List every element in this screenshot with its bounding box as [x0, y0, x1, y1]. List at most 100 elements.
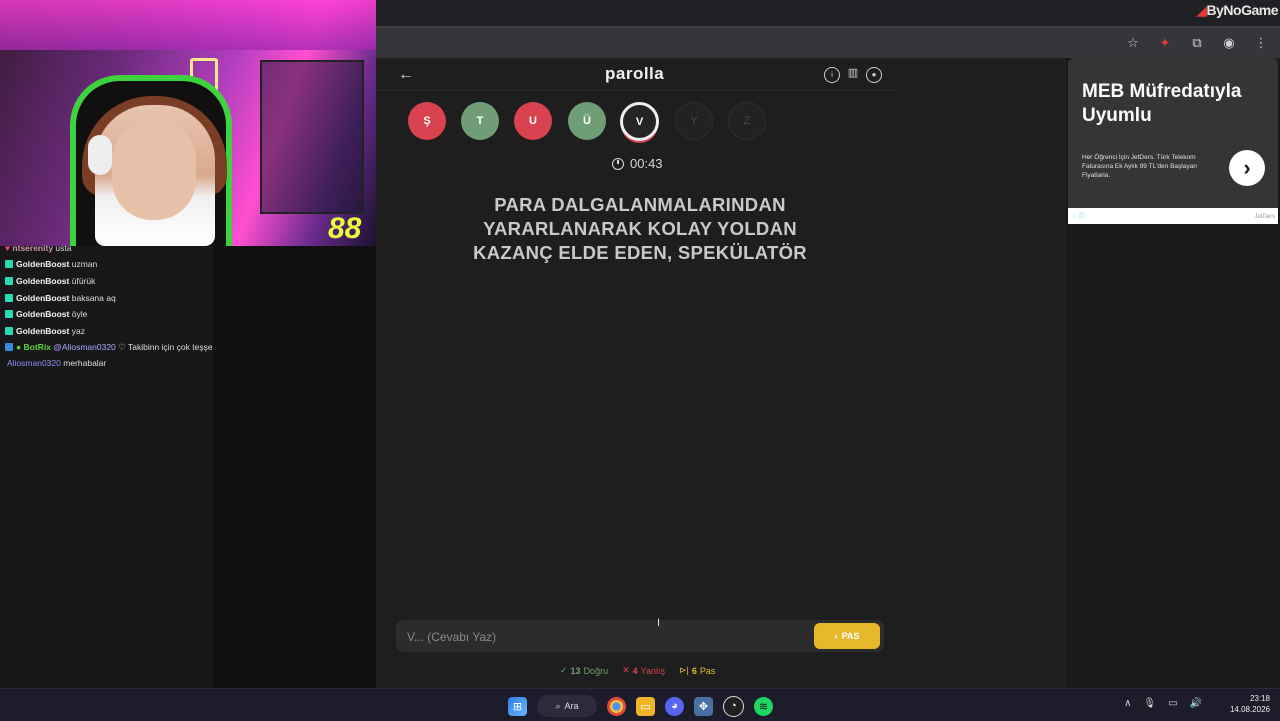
chat-username[interactable]: GoldenBoost	[16, 259, 69, 269]
correct-label: Doğru	[583, 665, 609, 676]
chrome-icon[interactable]	[607, 696, 626, 716]
display-icon[interactable]: ▭	[1168, 698, 1177, 709]
back-arrow-icon[interactable]: ←	[398, 66, 414, 84]
menu-kebab-icon[interactable]: ⋮	[1252, 34, 1270, 52]
ad-column: MEB Müfredatıyla Uyumlu Her Öğrenci İçin…	[1066, 58, 1280, 688]
chat-message: GoldenBoost yaz	[5, 326, 85, 336]
skip-icon: ⊳|	[679, 665, 689, 675]
chevron-right-icon[interactable]: ›	[1229, 150, 1265, 186]
ad-info-icon[interactable]: ⋮ ⓘ	[1071, 211, 1085, 220]
chat-username[interactable]: GoldenBoost	[16, 309, 69, 319]
chat-username[interactable]: GoldenBoost	[16, 293, 69, 303]
chat-message: GoldenBoost uzman	[5, 259, 97, 269]
chat-message: GoldenBoost öyle	[5, 309, 87, 319]
extensions-puzzle-icon[interactable]: ⧉	[1188, 34, 1206, 52]
chat-message: GoldenBoost baksana aq	[5, 293, 116, 303]
chat-username[interactable]: BotRix	[24, 342, 51, 352]
windows-start-icon[interactable]: ⊞	[508, 696, 527, 716]
file-explorer-icon[interactable]: ▭	[636, 696, 655, 716]
sub-badge-icon	[5, 294, 13, 302]
stat-pass: ⊳| 6 Pas	[679, 665, 715, 676]
microphone-icon[interactable]: 🎙	[1143, 698, 1156, 709]
empty-panel	[213, 246, 376, 688]
webcam-shelf	[260, 60, 364, 214]
x-icon: ✕	[622, 665, 630, 675]
sub-badge-icon	[5, 260, 13, 268]
webcam-headset	[88, 135, 112, 175]
volume-icon[interactable]: 🔊	[1190, 698, 1202, 709]
sub-badge-icon	[5, 277, 13, 285]
letter-circle-pending: Z	[728, 102, 766, 140]
verified-dot-icon: ●	[16, 342, 22, 352]
answer-bar: › PAS	[396, 620, 884, 652]
ad-advertiser: JetDers	[1254, 214, 1275, 220]
stats-bars-icon[interactable]: ▥	[846, 67, 860, 81]
chat-text: üfürük	[71, 276, 96, 286]
chat-username[interactable]: Aliosman0320	[7, 358, 61, 368]
pass-button-label: PAS	[841, 631, 860, 641]
chat-message: Aliosman0320 merhabalar	[7, 358, 106, 368]
parolla-game: ← parolla i ▥ ● Ş T U Ü V Y Z 00:43 PARA…	[376, 58, 1066, 688]
pass-button[interactable]: › PAS	[814, 623, 880, 649]
browser-titlebar	[376, 0, 1280, 28]
webcam-overlay: 88	[0, 0, 376, 246]
timer-value: 00:43	[630, 156, 663, 171]
text-cursor-icon: I	[657, 617, 661, 629]
question-text: PARA DALGALANMALARINDAN YARARLANARAK KOL…	[473, 194, 807, 263]
pass-count: 6	[691, 665, 697, 676]
score-stats: ✓ 13 Doğru ✕ 4 Yanlış ⊳| 6 Pas	[560, 665, 715, 676]
discord-icon[interactable]: ◕	[665, 696, 684, 716]
ad-text: Her Öğrenci İçin JetDers. Türk Telekom F…	[1082, 154, 1197, 179]
game-app-icon[interactable]: ✥	[694, 696, 713, 716]
info-icon[interactable]: i	[824, 67, 840, 83]
letter-circle-wrong: U	[514, 102, 552, 140]
chat-username[interactable]: GoldenBoost	[16, 276, 69, 286]
profile-icon[interactable]: ●	[866, 67, 882, 83]
header-divider	[376, 90, 896, 91]
taskbar-search[interactable]: ⌕ Ara	[537, 695, 597, 717]
game-top-icons: i ▥ ●	[824, 67, 882, 83]
game-title: parolla	[605, 64, 665, 83]
webcam-counter: 88	[328, 212, 362, 245]
ad-footer: ⋮ ⓘ JetDers	[1068, 208, 1278, 224]
pass-label: Pas	[699, 665, 716, 676]
chat-username[interactable]: ntserenity	[12, 243, 53, 253]
letter-circle-wrong: Ş	[408, 102, 446, 140]
sub-badge-icon	[5, 310, 13, 318]
stat-wrong: ✕ 4 Yanlış	[622, 665, 665, 676]
system-tray: ∧ 🎙 ▭ 🔊	[1124, 698, 1202, 709]
chevron-right-icon: ›	[834, 631, 838, 641]
letter-circle-correct: Ü	[568, 102, 606, 140]
chat-text: yaz	[71, 326, 85, 336]
ad-title: MEB Müfredatıyla Uyumlu	[1082, 81, 1242, 126]
answer-input[interactable]	[405, 627, 799, 647]
extension-red-icon[interactable]: ✦	[1156, 34, 1174, 52]
clock-date: 14.08.2026	[1229, 705, 1270, 714]
ad-banner[interactable]: MEB Müfredatıyla Uyumlu Her Öğrenci İçin…	[1068, 58, 1278, 208]
correct-count: 13	[570, 665, 581, 676]
chat-text: öyle	[71, 309, 88, 319]
steam-icon[interactable]: ◔	[723, 695, 744, 717]
stream-chat: ♥ ntserenity usta GoldenBoost uzman Gold…	[0, 243, 263, 688]
chat-mention[interactable]: @Aliosman0320	[53, 342, 116, 352]
taskbar-clock[interactable]: 23:18 14.08.2026	[1230, 693, 1270, 715]
chevron-up-icon[interactable]: ∧	[1124, 698, 1131, 709]
webcam-ceiling-lights	[0, 0, 376, 50]
chat-text: merhabalar	[63, 358, 107, 368]
clock-time: 23:18	[1249, 694, 1270, 703]
stream-brand-logo: ◢ByNoGame	[1196, 2, 1278, 19]
chat-text: usta	[55, 243, 72, 253]
stat-correct: ✓ 13 Doğru	[560, 665, 608, 676]
search-icon: ⌕	[555, 700, 561, 711]
chat-username[interactable]: GoldenBoost	[16, 326, 69, 336]
spotify-icon[interactable]: ≋	[754, 696, 773, 716]
browser-toolbar: ☆ ✦ ⧉ ◉ ⋮	[376, 28, 1280, 58]
windows-taskbar: ⊞ ⌕ Ara ▭ ◕ ✥ ◔ ≋ ∧ 🎙 ▭ 🔊 23:18 14.08.20…	[0, 688, 1280, 721]
chat-message: GoldenBoost üfürük	[5, 276, 95, 286]
letter-circle-correct: T	[461, 102, 499, 140]
bookmark-star-icon[interactable]: ☆	[1124, 34, 1142, 52]
countdown-timer: 00:43	[612, 156, 663, 171]
chat-text: baksana aq	[71, 293, 116, 303]
bot-badge-icon	[5, 343, 13, 351]
profile-avatar-icon[interactable]: ◉	[1220, 34, 1238, 52]
